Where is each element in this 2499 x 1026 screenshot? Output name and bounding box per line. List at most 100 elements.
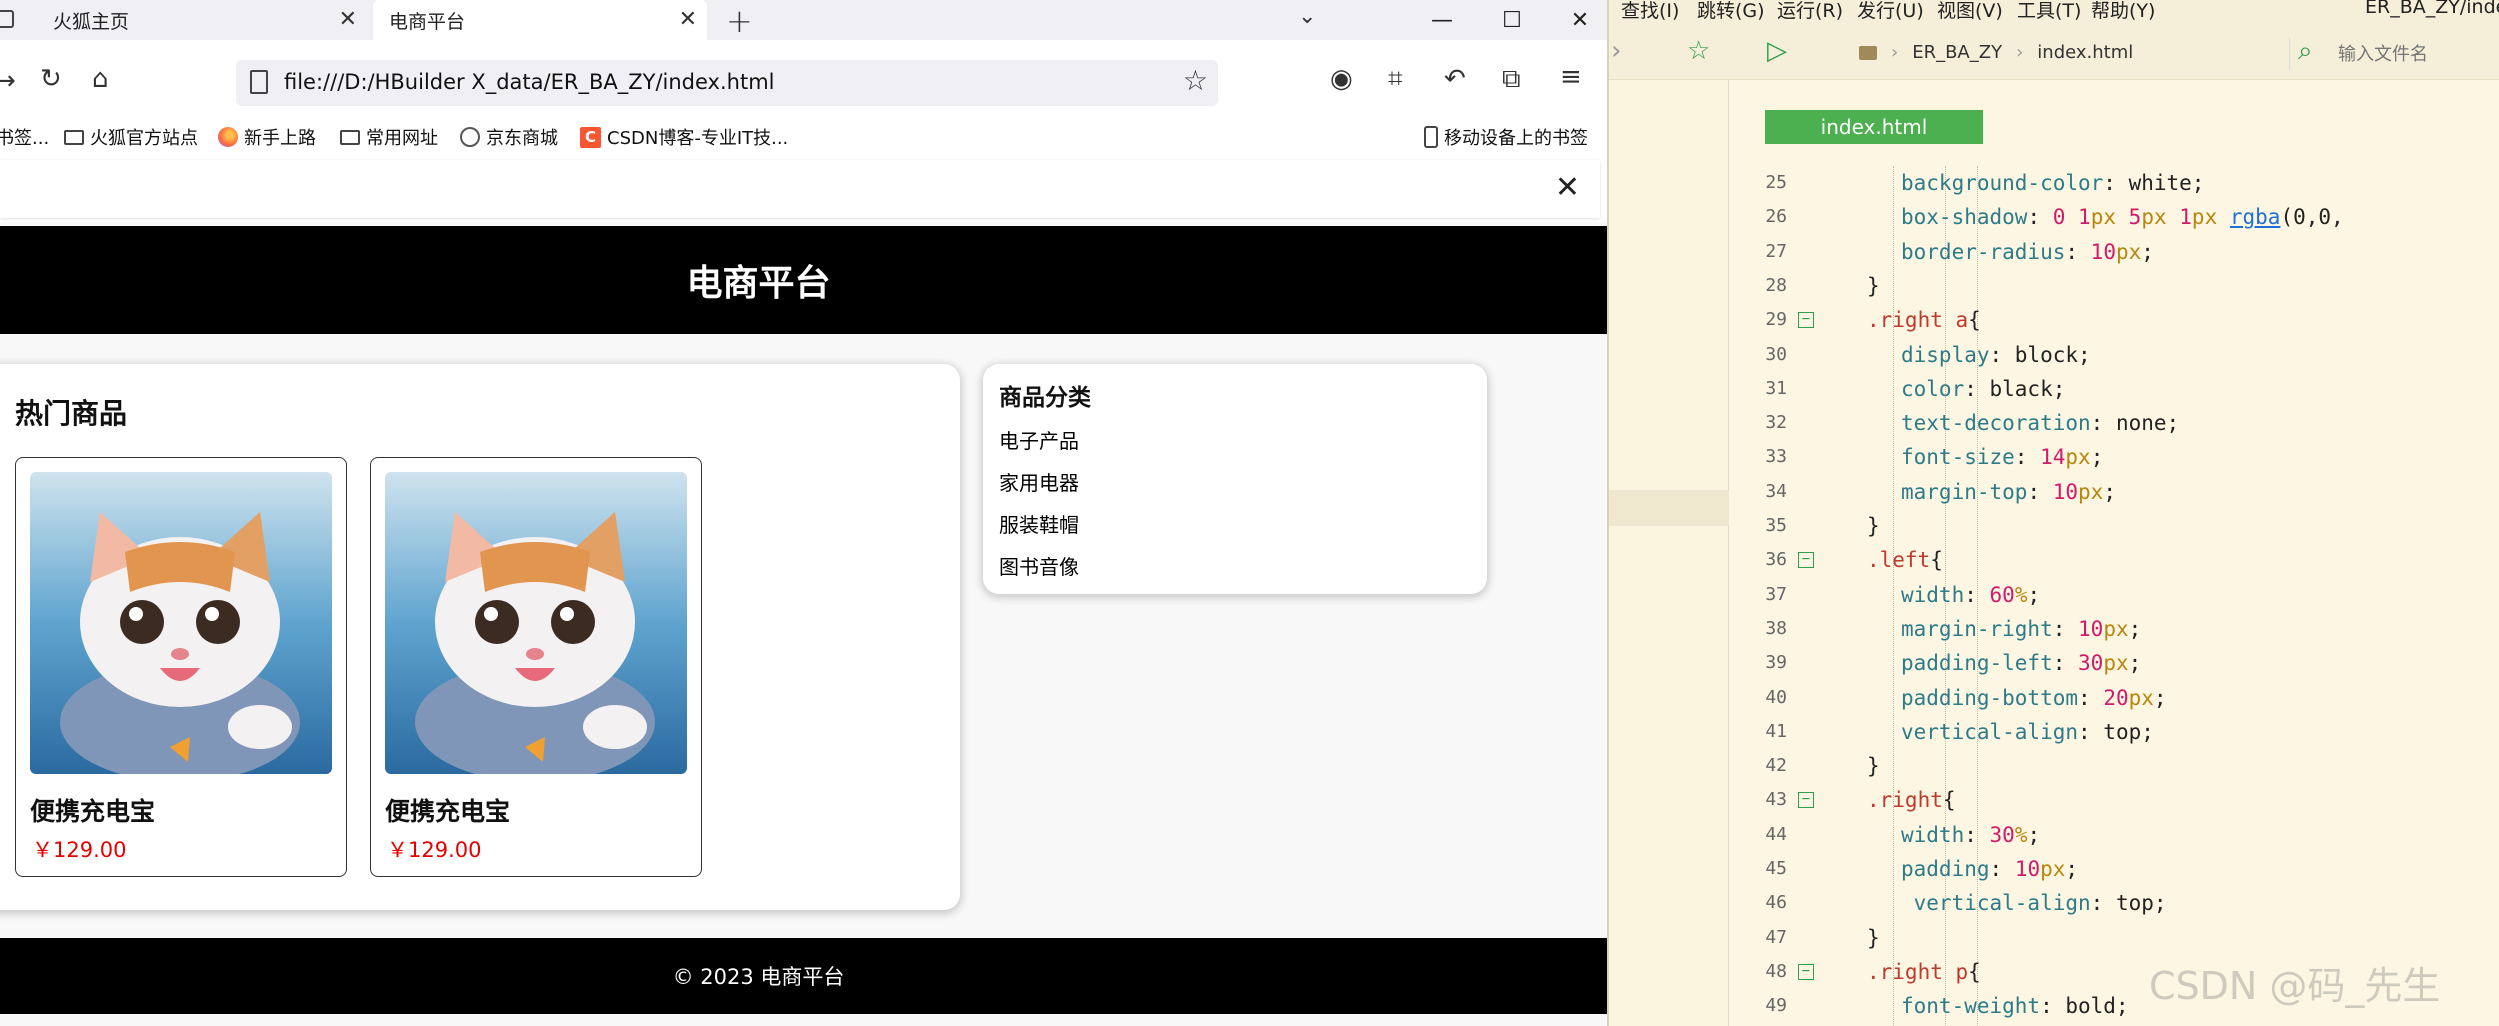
bookmark-item[interactable]: 京东商城 (460, 124, 558, 150)
menu-view[interactable]: 视图(V) (1937, 0, 2003, 23)
run-icon[interactable]: ▷ (1767, 36, 1787, 66)
menu-help[interactable]: 帮助(Y) (2091, 0, 2155, 23)
extensions-icon[interactable]: ⧉ (1502, 64, 1521, 95)
file-search-input[interactable] (2338, 42, 2498, 66)
code-line[interactable]: 32 text-decoration: none; (1729, 406, 2499, 440)
menu-goto[interactable]: 跳转(G) (1697, 0, 1765, 23)
line-number: 40 (1765, 686, 1787, 708)
back-icon[interactable]: → (0, 66, 16, 96)
bookmark-item[interactable]: 书签... (0, 124, 49, 150)
fold-icon[interactable]: − (1798, 312, 1814, 329)
close-icon[interactable]: ✕ (339, 7, 357, 32)
category-link-clothing[interactable]: 服装鞋帽 (999, 504, 1471, 546)
code-text: margin-right: 10px; (1901, 616, 2142, 641)
new-tab-icon[interactable]: + (726, 2, 753, 40)
web-page: 电商平台 热门商品 便携充电宝 ￥129.00 便携充电宝 ￥129.00 商品… (0, 222, 1607, 1026)
current-line-highlight (1609, 490, 1729, 526)
code-line[interactable]: 27 border-radius: 10px; (1729, 235, 2499, 269)
chevron-right-icon[interactable]: › (1611, 36, 1621, 66)
screenshot-icon[interactable]: ⌗ (1388, 64, 1403, 95)
fold-icon[interactable]: − (1798, 552, 1814, 569)
product-image[interactable] (385, 472, 687, 774)
undo-icon[interactable]: ↶ (1444, 64, 1466, 94)
tab-list-icon[interactable] (0, 10, 14, 28)
account-icon[interactable]: ◉ (1330, 64, 1353, 94)
code-line[interactable]: 26 box-shadow: 0 1px 5px 1px rgba(0,0, (1729, 200, 2499, 234)
code-line[interactable]: 38 margin-right: 10px; (1729, 612, 2499, 646)
menu-icon[interactable]: ≡ (1560, 62, 1582, 92)
mobile-icon (1424, 126, 1438, 148)
bookmark-item[interactable]: 新手上路 (218, 124, 316, 150)
code-line[interactable]: 43− .right{ (1729, 783, 2499, 817)
code-line[interactable]: 35} (1729, 509, 2499, 543)
code-line[interactable]: 40 padding-bottom: 20px; (1729, 681, 2499, 715)
code-line[interactable]: 39 padding-left: 30px; (1729, 646, 2499, 680)
code-line[interactable]: 25 background-color: white; (1729, 166, 2499, 200)
code-text: margin-top: 10px; (1901, 479, 2116, 504)
code-line[interactable]: 47} (1729, 921, 2499, 955)
line-number: 37 (1765, 583, 1787, 605)
home-icon[interactable]: ⌂ (92, 64, 109, 94)
code-line[interactable]: 31 color: black; (1729, 372, 2499, 406)
close-icon[interactable]: ✕ (1555, 170, 1580, 205)
code-line[interactable]: 37 width: 60%; (1729, 578, 2499, 612)
line-number: 31 (1765, 377, 1787, 399)
bookmark-mobile[interactable]: 移动设备上的书签 (1424, 124, 1588, 150)
bookmark-item[interactable]: 常用网址 (340, 124, 438, 150)
product-price: ￥129.00 (387, 838, 482, 862)
fold-icon[interactable]: − (1798, 963, 1814, 980)
close-icon[interactable]: ✕ (679, 7, 697, 32)
star-icon[interactable]: ☆ (1687, 36, 1710, 66)
fold-icon[interactable]: − (1798, 792, 1814, 809)
product-card[interactable]: 便携充电宝 ￥129.00 (370, 457, 702, 877)
url-bar[interactable]: file:///D:/HBuilder X_data/ER_BA_ZY/inde… (236, 60, 1218, 106)
menu-publish[interactable]: 发行(U) (1857, 0, 1924, 23)
tab-firefox-home[interactable]: 火狐主页 ✕ (37, 0, 367, 40)
reload-icon[interactable]: ↻ (40, 64, 62, 94)
page-title: 电商平台 (686, 263, 831, 304)
chevron-down-icon[interactable]: ⌄ (1298, 4, 1316, 29)
code-line[interactable]: 41 vertical-align: top; (1729, 715, 2499, 749)
tab-index-html[interactable]: index.html (1765, 110, 1983, 144)
tab-label: 电商平台 (389, 10, 466, 33)
code-line[interactable]: 46 vertical-align: top; (1729, 886, 2499, 920)
star-icon[interactable]: ☆ (1183, 64, 1208, 97)
menu-find[interactable]: 查找(I) (1621, 0, 1679, 23)
minimize-icon[interactable]: — (1412, 0, 1472, 40)
code-text: .right{ (1867, 788, 1956, 813)
menu-tools[interactable]: 工具(T) (2017, 0, 2081, 23)
category-link-appliances[interactable]: 家用电器 (999, 462, 1471, 504)
window-title: ER_BA_ZY/inde (2365, 0, 2499, 18)
line-number: 39 (1765, 652, 1787, 674)
code-line[interactable]: 34 margin-top: 10px; (1729, 475, 2499, 509)
breadcrumb-file[interactable]: index.html (2037, 42, 2133, 63)
code-line[interactable]: 28} (1729, 269, 2499, 303)
line-number: 44 (1765, 823, 1787, 845)
menu-run[interactable]: 运行(R) (1777, 0, 1843, 23)
code-text: box-shadow: 0 1px 5px 1px rgba(0,0, (1901, 205, 2344, 230)
category-panel: 商品分类 电子产品 家用电器 服装鞋帽 图书音像 (983, 364, 1487, 594)
category-link-electronics[interactable]: 电子产品 (999, 420, 1471, 462)
search-icon[interactable]: ⌕ (2298, 36, 2313, 67)
code-line[interactable]: 33 font-size: 14px; (1729, 440, 2499, 474)
product-card[interactable]: 便携充电宝 ￥129.00 (15, 457, 347, 877)
code-line[interactable]: 42} (1729, 749, 2499, 783)
code-line[interactable]: 29− .right a{ (1729, 303, 2499, 337)
breadcrumb-project[interactable]: ER_BA_ZY (1912, 42, 2002, 63)
bookmark-item[interactable]: 火狐官方站点 (64, 124, 198, 150)
code-text: width: 30%; (1901, 822, 2041, 847)
product-price: ￥129.00 (32, 838, 127, 862)
code-line[interactable]: 36− .left{ (1729, 543, 2499, 577)
maximize-icon[interactable]: ☐ (1482, 0, 1542, 40)
tab-ecommerce[interactable]: 电商平台 ✕ (373, 0, 707, 40)
code-line[interactable]: 44 width: 30%; (1729, 818, 2499, 852)
category-link-books[interactable]: 图书音像 (999, 546, 1471, 588)
bookmark-item[interactable]: C CSDN博客-专业IT技... (580, 124, 788, 150)
code-text: .left{ (1867, 548, 1943, 573)
code-line[interactable]: 45 padding: 10px; (1729, 852, 2499, 886)
product-image[interactable] (30, 472, 332, 774)
editor-menubar: 查找(I) 跳转(G) 运行(R) 发行(U) 视图(V) 工具(T) 帮助(Y… (1609, 0, 2499, 22)
code-line[interactable]: 30 display: block; (1729, 338, 2499, 372)
close-window-icon[interactable]: ✕ (1550, 0, 1607, 40)
url-text[interactable]: file:///D:/HBuilder X_data/ER_BA_ZY/inde… (284, 70, 775, 94)
